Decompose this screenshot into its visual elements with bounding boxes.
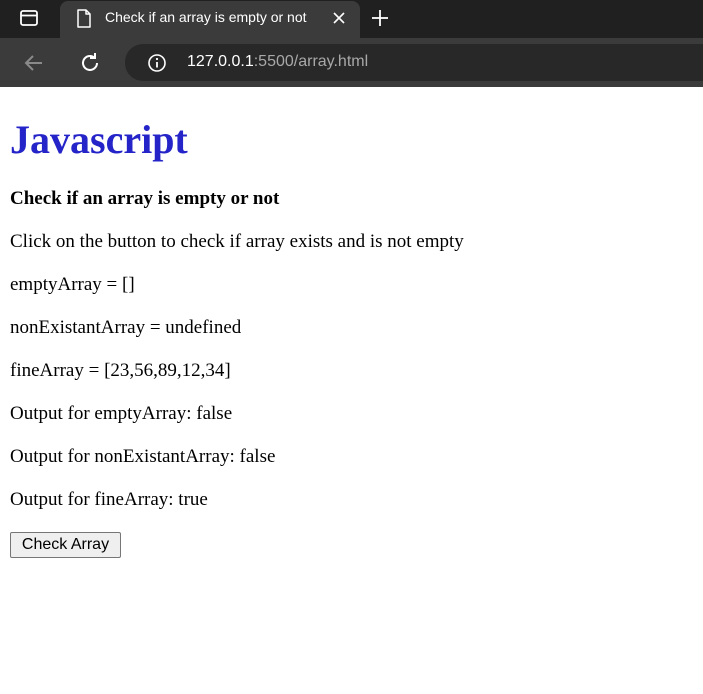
output-empty-array: Output for emptyArray: false xyxy=(10,403,233,424)
tab-actions-icon[interactable] xyxy=(19,8,39,28)
fine-array-text: fineArray = [23,56,89,12,34] xyxy=(10,360,231,381)
non-existant-array-text: nonExistantArray = undefined xyxy=(10,317,242,338)
new-tab-icon[interactable] xyxy=(370,8,390,28)
reload-icon[interactable] xyxy=(78,51,102,75)
close-icon[interactable] xyxy=(331,10,347,26)
back-arrow-icon[interactable] xyxy=(22,51,46,75)
output-non-existant-array: Output for nonExistantArray: false xyxy=(10,446,276,467)
url-text: 127.0.0.1:5500/array.html xyxy=(187,53,368,71)
browser-tab-bar: Check if an array is empty or not xyxy=(0,0,703,38)
check-array-button[interactable]: Check Array xyxy=(10,532,121,558)
page-subheading: Check if an array is empty or not xyxy=(10,188,280,209)
info-icon[interactable] xyxy=(147,53,167,73)
browser-toolbar: 127.0.0.1:5500/array.html xyxy=(0,38,703,87)
instruction-text: Click on the button to check if array ex… xyxy=(10,231,464,252)
document-icon xyxy=(77,9,91,28)
browser-tab[interactable]: Check if an array is empty or not xyxy=(60,1,360,38)
tab-title: Check if an array is empty or not xyxy=(105,9,307,25)
url-path: :5500/array.html xyxy=(253,53,369,70)
page-heading: Javascript xyxy=(10,117,188,162)
output-fine-array: Output for fineArray: true xyxy=(10,489,208,510)
address-bar[interactable]: 127.0.0.1:5500/array.html xyxy=(125,44,703,81)
url-host: 127.0.0.1 xyxy=(187,53,254,70)
empty-array-text: emptyArray = [] xyxy=(10,274,135,295)
